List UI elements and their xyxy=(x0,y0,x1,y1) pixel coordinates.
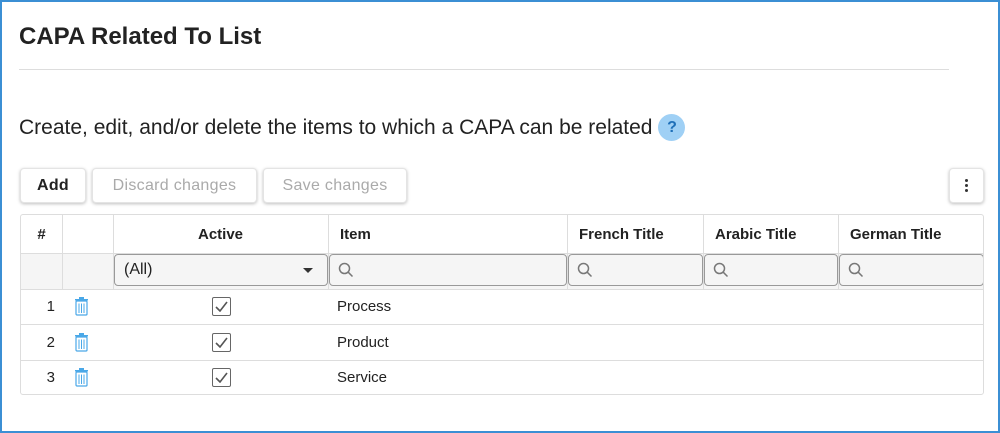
checkmark-icon xyxy=(214,337,228,348)
more-options-button[interactable] xyxy=(949,168,984,203)
delete-row-button[interactable] xyxy=(71,289,91,324)
chevron-down-icon xyxy=(303,267,313,273)
page-title: CAPA Related To List xyxy=(19,23,262,50)
panel: CAPA Related To List Create, edit, and/o… xyxy=(0,0,1000,433)
trash-icon xyxy=(74,333,88,352)
help-icon[interactable]: ? xyxy=(658,114,686,141)
column-header-german-title[interactable]: German Title xyxy=(850,215,941,253)
search-icon xyxy=(713,262,729,278)
active-filter-value: (All) xyxy=(124,261,153,278)
checkmark-icon xyxy=(214,301,228,312)
delete-row-button[interactable] xyxy=(71,360,91,394)
arabic-title-filter-input[interactable] xyxy=(704,254,838,286)
save-changes-button[interactable]: Save changes xyxy=(263,168,407,203)
active-checkbox[interactable] xyxy=(211,360,231,394)
german-title-filter-input[interactable] xyxy=(839,254,983,286)
more-vertical-icon xyxy=(965,179,968,192)
column-header-arabic-title[interactable]: Arabic Title xyxy=(715,215,796,253)
active-checkbox[interactable] xyxy=(211,289,231,324)
add-button[interactable]: Add xyxy=(20,168,86,203)
column-header-number[interactable]: # xyxy=(21,215,62,253)
item-cell[interactable]: Product xyxy=(337,325,389,360)
trash-icon xyxy=(74,368,88,387)
row-number: 2 xyxy=(46,334,55,351)
description: Create, edit, and/or delete the items to… xyxy=(19,114,686,141)
title-divider xyxy=(19,69,949,70)
trash-icon xyxy=(74,297,88,316)
description-text: Create, edit, and/or delete the items to… xyxy=(19,115,653,139)
column-header-active[interactable]: Active xyxy=(113,215,328,253)
filter-divider xyxy=(21,289,983,290)
french-title-filter-input[interactable] xyxy=(568,254,703,286)
row-number: 3 xyxy=(46,369,55,386)
item-cell[interactable]: Service xyxy=(337,360,387,394)
row-number: 1 xyxy=(46,298,55,315)
col-separator xyxy=(62,215,63,289)
checkmark-icon xyxy=(214,372,228,383)
row-divider xyxy=(21,324,983,325)
discard-changes-button[interactable]: Discard changes xyxy=(92,168,257,203)
item-cell[interactable]: Process xyxy=(337,289,391,324)
column-header-french-title[interactable]: French Title xyxy=(579,215,664,253)
item-filter-input[interactable] xyxy=(329,254,567,286)
search-icon xyxy=(338,262,354,278)
column-header-item[interactable]: Item xyxy=(340,215,371,253)
active-checkbox[interactable] xyxy=(211,325,231,360)
delete-row-button[interactable] xyxy=(71,325,91,360)
search-icon xyxy=(577,262,593,278)
search-icon xyxy=(848,262,864,278)
row-divider xyxy=(21,360,983,361)
active-filter-select[interactable]: (All) xyxy=(114,254,328,286)
data-grid: # Active Item French Title Arabic Title … xyxy=(20,214,984,395)
